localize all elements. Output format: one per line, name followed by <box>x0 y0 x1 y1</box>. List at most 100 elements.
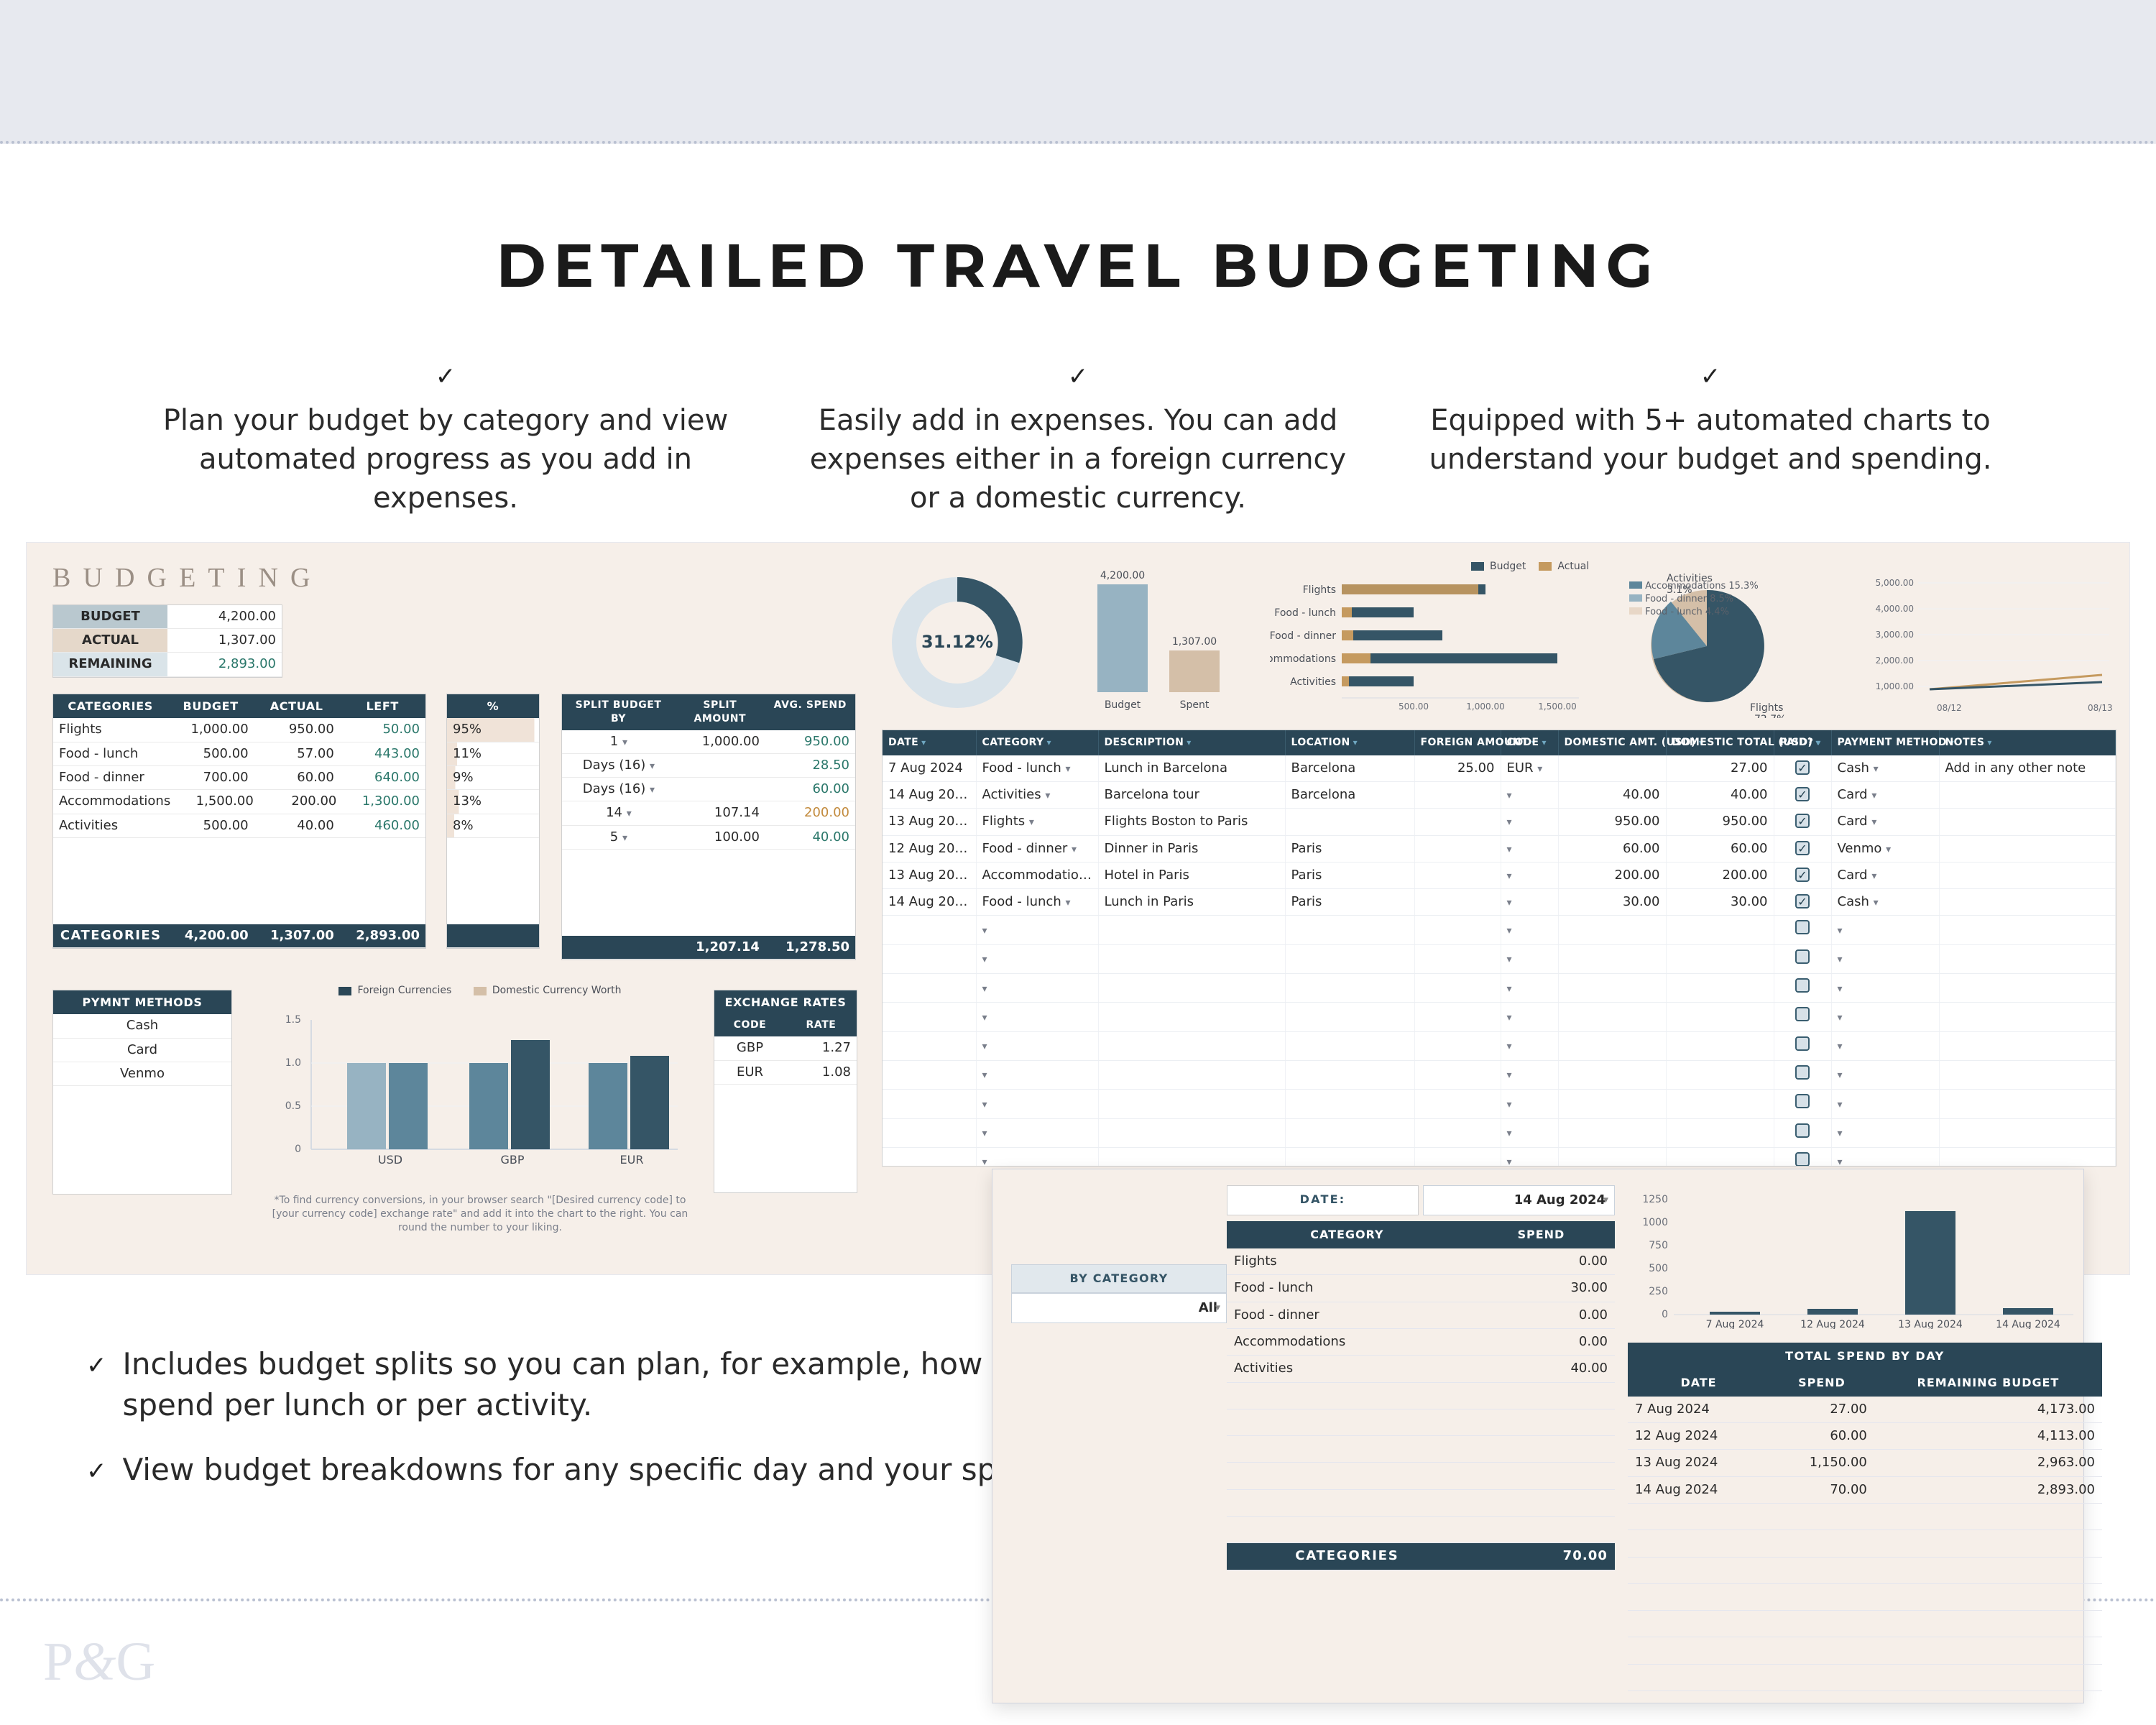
checkbox-icon: ✓ <box>1795 894 1810 908</box>
svg-text:1,500.00: 1,500.00 <box>1538 702 1576 712</box>
table-row: Days (16) ▾ 60.00 <box>562 778 855 801</box>
features-row: ✓ Plan your budget by category and view … <box>0 361 2156 536</box>
table-row <box>1227 1517 1615 1543</box>
table-row[interactable]: ▾▾ ▾ <box>883 1090 2116 1118</box>
table-row[interactable]: ▾▾ ▾ <box>883 974 2116 1003</box>
table-row[interactable]: ▾▾ ▾ <box>883 916 2116 944</box>
legend-label: Foreign Currencies <box>357 984 451 998</box>
table-row: Flights0.00 <box>1227 1248 1615 1275</box>
summary-label: ACTUAL <box>53 629 167 653</box>
table-row <box>1628 1557 2102 1583</box>
table-row: Accommodations 1,500.00 200.00 1,300.00 <box>53 790 425 814</box>
table-row: Food - lunch 500.00 57.00 443.00 <box>53 742 425 766</box>
table-row: Accommodations0.00 <box>1227 1328 1615 1355</box>
table-row[interactable]: ▾▾ ▾ <box>883 1060 2116 1089</box>
payment-methods-table: PYMNT METHODS CashCardVenmo <box>52 990 232 1195</box>
col-header: BUDGET <box>167 694 254 719</box>
checkbox-icon <box>1795 1007 1810 1021</box>
svg-text:14 Aug 2024: 14 Aug 2024 <box>1996 1319 2060 1329</box>
feature-item: ✓ Easily add in expenses. You can add ex… <box>791 361 1365 518</box>
ledger-header-row: DATE▾ CATEGORY▾ DESCRIPTION▾ LOCATION▾ F… <box>883 730 2116 755</box>
feature-item: ✓ Plan your budget by category and view … <box>158 361 733 518</box>
svg-text:2,000.00: 2,000.00 <box>1876 656 1914 666</box>
svg-text:1.5: 1.5 <box>285 1014 301 1026</box>
table-title: EXCHANGE RATES <box>714 990 857 1015</box>
legend-label: Domestic Currency Worth <box>492 984 622 998</box>
checkbox-icon <box>1795 1065 1810 1080</box>
svg-text:Flights: Flights <box>1303 584 1336 596</box>
svg-text:5,000.00: 5,000.00 <box>1876 578 1914 588</box>
currency-footnote: *To find currency conversions, in your b… <box>268 1194 692 1235</box>
table-row[interactable]: ▾▾ ▾ <box>883 1003 2116 1031</box>
svg-text:Activities: Activities <box>1290 676 1336 688</box>
bar-chart-svg: 0 0.5 1.0 1.5 USD GBP EUR <box>268 1006 692 1171</box>
svg-text:08/13: 08/13 <box>2088 703 2113 713</box>
table-row[interactable]: 14 Aug 2024 Activities ▾ Barcelona tour … <box>883 782 2116 809</box>
legend-label: Budget <box>1490 560 1526 574</box>
totals-label: CATEGORIES <box>53 924 168 948</box>
table-row[interactable]: 12 Aug 2024 Food - dinner ▾ Dinner in Pa… <box>883 835 2116 862</box>
table-row[interactable]: 13 Aug 2024 Accommodations ▾ Hotel in Pa… <box>883 862 2116 888</box>
table-row <box>1628 1637 2102 1664</box>
svg-text:13 Aug 2024: 13 Aug 2024 <box>1898 1319 1963 1329</box>
categories-table: CATEGORIES BUDGET ACTUAL LEFT Flights 1,… <box>52 694 426 949</box>
svg-text:0: 0 <box>1662 1309 1668 1320</box>
inset-card: BY CATEGORY All ▾ DATE: 14 Aug 2024 <box>992 1169 2084 1703</box>
table-row[interactable]: 13 Aug 2024 Flights ▾ Flights Boston to … <box>883 809 2116 835</box>
expense-ledger: DATE▾ CATEGORY▾ DESCRIPTION▾ LOCATION▾ F… <box>882 730 2116 1167</box>
line-chart: 5,000.00 4,000.00 3,000.00 2,000.00 1,00… <box>1872 567 2116 718</box>
checkbox-icon <box>1795 978 1810 993</box>
feature-text: Easily add in expenses. You can add expe… <box>810 404 1346 515</box>
table-row: Card <box>53 1039 231 1062</box>
feature-item: ✓ Equipped with 5+ automated charts to u… <box>1423 361 1998 518</box>
caret-icon: ▾ <box>1603 1194 1608 1208</box>
svg-text:1.0: 1.0 <box>285 1057 301 1069</box>
sheet-title: BUDGETING <box>52 560 323 597</box>
table-row: 14 ▾ 107.14 200.00 <box>562 801 855 825</box>
table-row <box>1227 1409 1615 1435</box>
checkbox-icon <box>1795 1123 1810 1138</box>
col-header: CATEGORIES <box>53 694 167 719</box>
table-row: 7 Aug 202427.004,173.00 <box>1628 1397 2102 1423</box>
screenshot-composite: BUDGETING BUDGET 4,200.00 ACTUAL 1,307.0… <box>26 542 2130 1275</box>
col-header: SPLIT AMOUNT <box>675 694 765 730</box>
table-row[interactable]: ▾▾ ▾ <box>883 1118 2116 1147</box>
filter-select[interactable]: All ▾ <box>1011 1293 1227 1323</box>
svg-text:EUR: EUR <box>620 1153 644 1167</box>
table-row: Flights 1,000.00 950.00 50.00 <box>53 718 425 742</box>
budget-vs-spent-chart: 4,200.00 1,307.00 Budget Spent <box>1061 564 1248 718</box>
split-total-amt: 1,207.14 <box>676 936 765 960</box>
table-row <box>1227 1489 1615 1516</box>
col-header: AVG. SPEND <box>765 694 855 730</box>
table-row <box>1227 1436 1615 1463</box>
col-header: ACTUAL <box>254 694 340 719</box>
table-row[interactable]: 7 Aug 2024 Food - lunch ▾ Lunch in Barce… <box>883 755 2116 782</box>
table-row[interactable]: ▾▾ ▾ <box>883 1147 2116 1166</box>
table-row[interactable]: ▾▾ ▾ <box>883 1031 2116 1060</box>
svg-text:Food - dinner: Food - dinner <box>1270 630 1336 642</box>
table-row: Activities 500.00 40.00 460.00 <box>53 814 425 838</box>
table-row: 5 ▾ 100.00 40.00 <box>562 826 855 850</box>
svg-text:0.5: 0.5 <box>285 1100 301 1112</box>
col-header: CATEGORY <box>1227 1221 1468 1248</box>
svg-text:1,000.00: 1,000.00 <box>1466 702 1504 712</box>
table-row[interactable]: 14 Aug 2024 Food - lunch ▾ Lunch in Pari… <box>883 889 2116 916</box>
summary-table: BUDGET 4,200.00 ACTUAL 1,307.00 REMAININ… <box>52 604 282 678</box>
date-select[interactable]: 14 Aug 2024 ▾ <box>1423 1185 1615 1215</box>
pie-label: Flights <box>1750 702 1783 714</box>
table-row <box>1628 1611 2102 1637</box>
col-header: % <box>447 694 539 719</box>
col-header: CODE <box>714 1014 786 1036</box>
svg-text:4,000.00: 4,000.00 <box>1876 604 1914 614</box>
split-table: SPLIT BUDGET BY SPLIT AMOUNT AVG. SPEND … <box>561 694 856 961</box>
svg-text:7 Aug 2024: 7 Aug 2024 <box>1706 1319 1764 1329</box>
svg-text:1250: 1250 <box>1642 1194 1668 1205</box>
percent-table: % 95% 11% 9% 13% 8% <box>446 694 540 949</box>
table-row: 8% <box>447 814 539 838</box>
category-spend-table: CATEGORY SPEND Flights0.00Food - lunch30… <box>1227 1221 1615 1570</box>
page-title: DETAILED TRAVEL BUDGETING <box>0 184 2156 320</box>
filter-label: BY CATEGORY <box>1011 1264 1227 1293</box>
col-header: RATE <box>786 1014 857 1036</box>
table-row[interactable]: ▾▾ ▾ <box>883 944 2116 973</box>
totals-value: 2,893.00 <box>340 924 425 948</box>
